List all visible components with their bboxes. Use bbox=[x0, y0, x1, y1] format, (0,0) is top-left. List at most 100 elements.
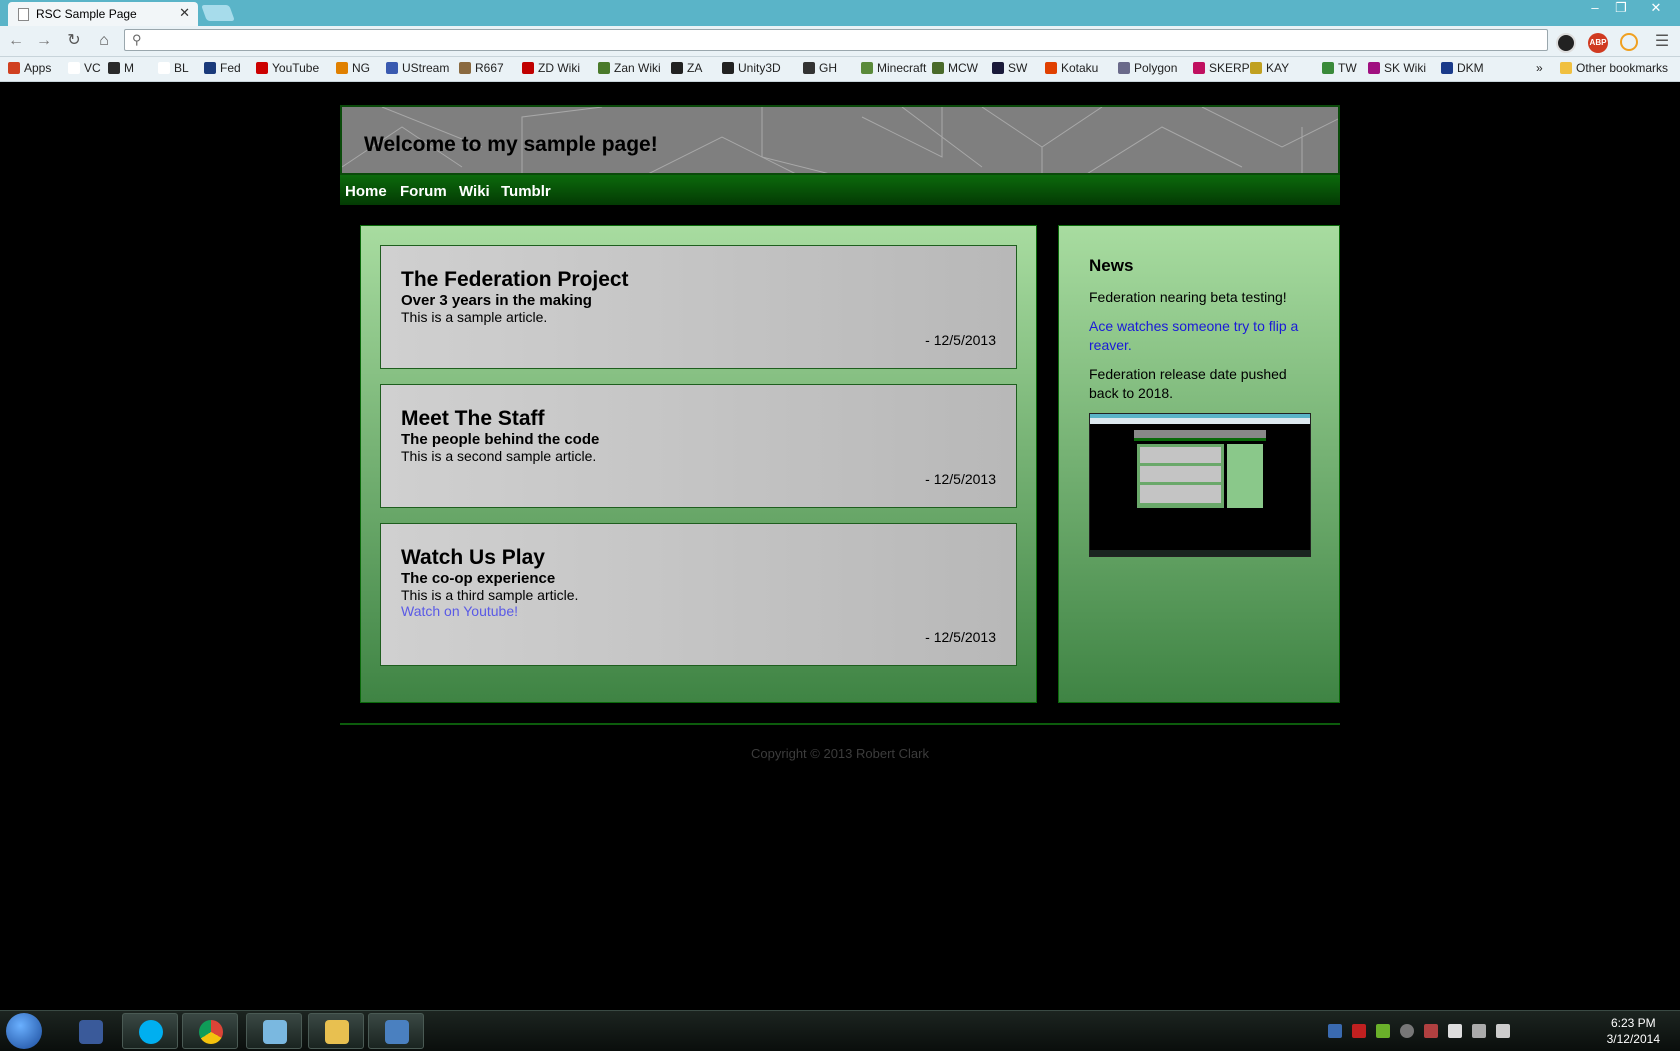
start-button[interactable] bbox=[6, 1013, 42, 1049]
clock-time: 6:23 PM bbox=[1610, 1016, 1656, 1030]
adblock-icon[interactable]: ABP bbox=[1588, 33, 1608, 53]
article-card: Meet The Staff The people behind the cod… bbox=[380, 384, 1017, 508]
news-heading: News bbox=[1089, 256, 1134, 275]
clock[interactable]: 6:23 PM 3/12/2014 bbox=[1607, 1015, 1660, 1047]
article-title: Watch Us Play bbox=[401, 546, 545, 569]
news-item: Federation release date pushed back to 2… bbox=[1089, 366, 1287, 401]
bookmark-item[interactable]: SKERP bbox=[1193, 61, 1250, 75]
bookmark-item[interactable]: ZD Wiki bbox=[522, 61, 580, 75]
bookmark-label: Apps bbox=[24, 61, 52, 75]
bookmark-favicon-icon bbox=[108, 62, 120, 74]
tray-tool-icon[interactable] bbox=[1424, 1024, 1438, 1038]
tray-antivirus-icon[interactable] bbox=[1352, 1024, 1366, 1038]
bookmark-item[interactable]: R667 bbox=[459, 61, 504, 75]
screenshot-thumbnail[interactable] bbox=[1089, 413, 1311, 557]
bookmark-label: BL bbox=[174, 61, 189, 75]
extension-icon[interactable] bbox=[1620, 33, 1638, 51]
address-bar[interactable]: ⚲ bbox=[124, 29, 1548, 51]
nav-home[interactable]: Home bbox=[345, 183, 387, 200]
taskbar-app-notepad[interactable] bbox=[246, 1013, 302, 1049]
tray-app-icon[interactable] bbox=[1376, 1024, 1390, 1038]
tray-network-icon[interactable] bbox=[1328, 1024, 1342, 1038]
bookmark-item[interactable]: Zan Wiki bbox=[598, 61, 661, 75]
bookmark-item[interactable]: Polygon bbox=[1118, 61, 1177, 75]
wordpad-icon bbox=[385, 1020, 409, 1044]
bookmark-item[interactable]: MCW bbox=[932, 61, 978, 75]
article-card: Watch Us Play The co-op experience This … bbox=[380, 523, 1017, 666]
bookmark-favicon-icon bbox=[861, 62, 873, 74]
bookmark-item[interactable]: UStream bbox=[386, 61, 449, 75]
bookmark-item[interactable]: Fed bbox=[204, 61, 241, 75]
taskbar-app-skype[interactable] bbox=[122, 1013, 178, 1049]
tray-flag-icon[interactable] bbox=[1448, 1024, 1462, 1038]
article-subtitle: Over 3 years in the making bbox=[401, 292, 592, 309]
bookmark-item[interactable]: Unity3D bbox=[722, 61, 781, 75]
chrome-icon bbox=[199, 1020, 223, 1044]
bookmark-favicon-icon bbox=[8, 62, 20, 74]
bookmark-item[interactable]: SK Wiki bbox=[1368, 61, 1426, 75]
nav-wiki[interactable]: Wiki bbox=[459, 183, 490, 200]
bookmark-label: Kotaku bbox=[1061, 61, 1099, 75]
bookmarks-overflow-icon[interactable]: » bbox=[1536, 61, 1543, 75]
tab-close-icon[interactable]: ✕ bbox=[179, 5, 190, 21]
restore-icon[interactable]: ❐ bbox=[1610, 0, 1632, 18]
menu-icon[interactable]: ☰ bbox=[1652, 33, 1672, 51]
nav-tumblr[interactable]: Tumblr bbox=[501, 183, 551, 200]
notepad-icon bbox=[263, 1020, 287, 1044]
bookmark-label: SW bbox=[1008, 61, 1028, 75]
bookmark-label: NG bbox=[352, 61, 370, 75]
bookmark-item[interactable]: DKM bbox=[1441, 61, 1484, 75]
bookmark-item[interactable]: GH bbox=[803, 61, 837, 75]
other-bookmarks[interactable]: Other bookmarks bbox=[1560, 61, 1668, 75]
article-date: - 12/5/2013 bbox=[925, 471, 996, 487]
taskbar-app-sapien[interactable] bbox=[62, 1013, 118, 1049]
close-window-icon[interactable]: ✕ bbox=[1636, 0, 1676, 18]
article-date: - 12/5/2013 bbox=[925, 332, 996, 348]
tray-volume-icon[interactable] bbox=[1496, 1024, 1510, 1038]
bookmark-label: Zan Wiki bbox=[614, 61, 661, 75]
bookmarks-bar: » Other bookmarks Apps VC M BL Fed YouTube NG U… bbox=[0, 57, 1680, 82]
bookmark-item[interactable]: YouTube bbox=[256, 61, 319, 75]
bookmark-label: R667 bbox=[475, 61, 504, 75]
bookmark-item[interactable]: Kotaku bbox=[1045, 61, 1098, 75]
extension-contrast-icon[interactable] bbox=[1556, 33, 1576, 53]
tray-steam-icon[interactable] bbox=[1400, 1024, 1414, 1038]
bookmark-item[interactable]: Minecraft bbox=[861, 61, 926, 75]
news-link[interactable]: Ace watches someone try to flip a reaver… bbox=[1089, 317, 1309, 355]
bookmark-favicon-icon bbox=[1193, 62, 1205, 74]
bookmark-favicon-icon bbox=[1118, 62, 1130, 74]
bookmark-item[interactable]: Apps bbox=[8, 61, 51, 75]
forward-icon[interactable]: → bbox=[34, 32, 54, 50]
nav-forum[interactable]: Forum bbox=[400, 183, 447, 200]
bookmark-item[interactable]: VC bbox=[68, 61, 101, 75]
url-input[interactable] bbox=[151, 32, 1535, 50]
clock-date: 3/12/2014 bbox=[1606, 1032, 1660, 1046]
footer-divider bbox=[340, 723, 1340, 725]
new-tab-button[interactable] bbox=[201, 5, 235, 21]
minimize-icon[interactable]: – bbox=[1584, 0, 1606, 18]
taskbar-app-explorer[interactable] bbox=[308, 1013, 364, 1049]
bookmark-item[interactable]: BL bbox=[158, 61, 189, 75]
tray-signal-icon[interactable] bbox=[1472, 1024, 1486, 1038]
article-title: The Federation Project bbox=[401, 268, 629, 291]
bookmark-item[interactable]: TW bbox=[1322, 61, 1357, 75]
bookmark-item[interactable]: M bbox=[108, 61, 134, 75]
bookmark-item[interactable]: ZA bbox=[671, 61, 702, 75]
back-icon[interactable]: ← bbox=[6, 32, 26, 50]
taskbar-app-wordpad[interactable] bbox=[368, 1013, 424, 1049]
bookmark-label: MCW bbox=[948, 61, 978, 75]
bookmark-item[interactable]: NG bbox=[336, 61, 370, 75]
bookmark-label: UStream bbox=[402, 61, 450, 75]
reload-icon[interactable]: ↻ bbox=[64, 32, 84, 50]
browser-tab[interactable]: RSC Sample Page ✕ bbox=[8, 2, 198, 26]
taskbar-app-chrome[interactable] bbox=[182, 1013, 238, 1049]
bookmark-label: ZD Wiki bbox=[538, 61, 580, 75]
site-title: Welcome to my sample page! bbox=[364, 133, 658, 156]
news-panel: News Federation nearing beta testing! Ac… bbox=[1058, 225, 1340, 703]
home-icon[interactable]: ⌂ bbox=[94, 32, 114, 50]
bookmark-item[interactable]: SW bbox=[992, 61, 1027, 75]
bookmark-label: ZA bbox=[687, 61, 703, 75]
youtube-link[interactable]: Watch on Youtube! bbox=[401, 603, 996, 619]
bookmark-label: DKM bbox=[1457, 61, 1484, 75]
bookmark-item[interactable]: KAY bbox=[1250, 61, 1289, 75]
